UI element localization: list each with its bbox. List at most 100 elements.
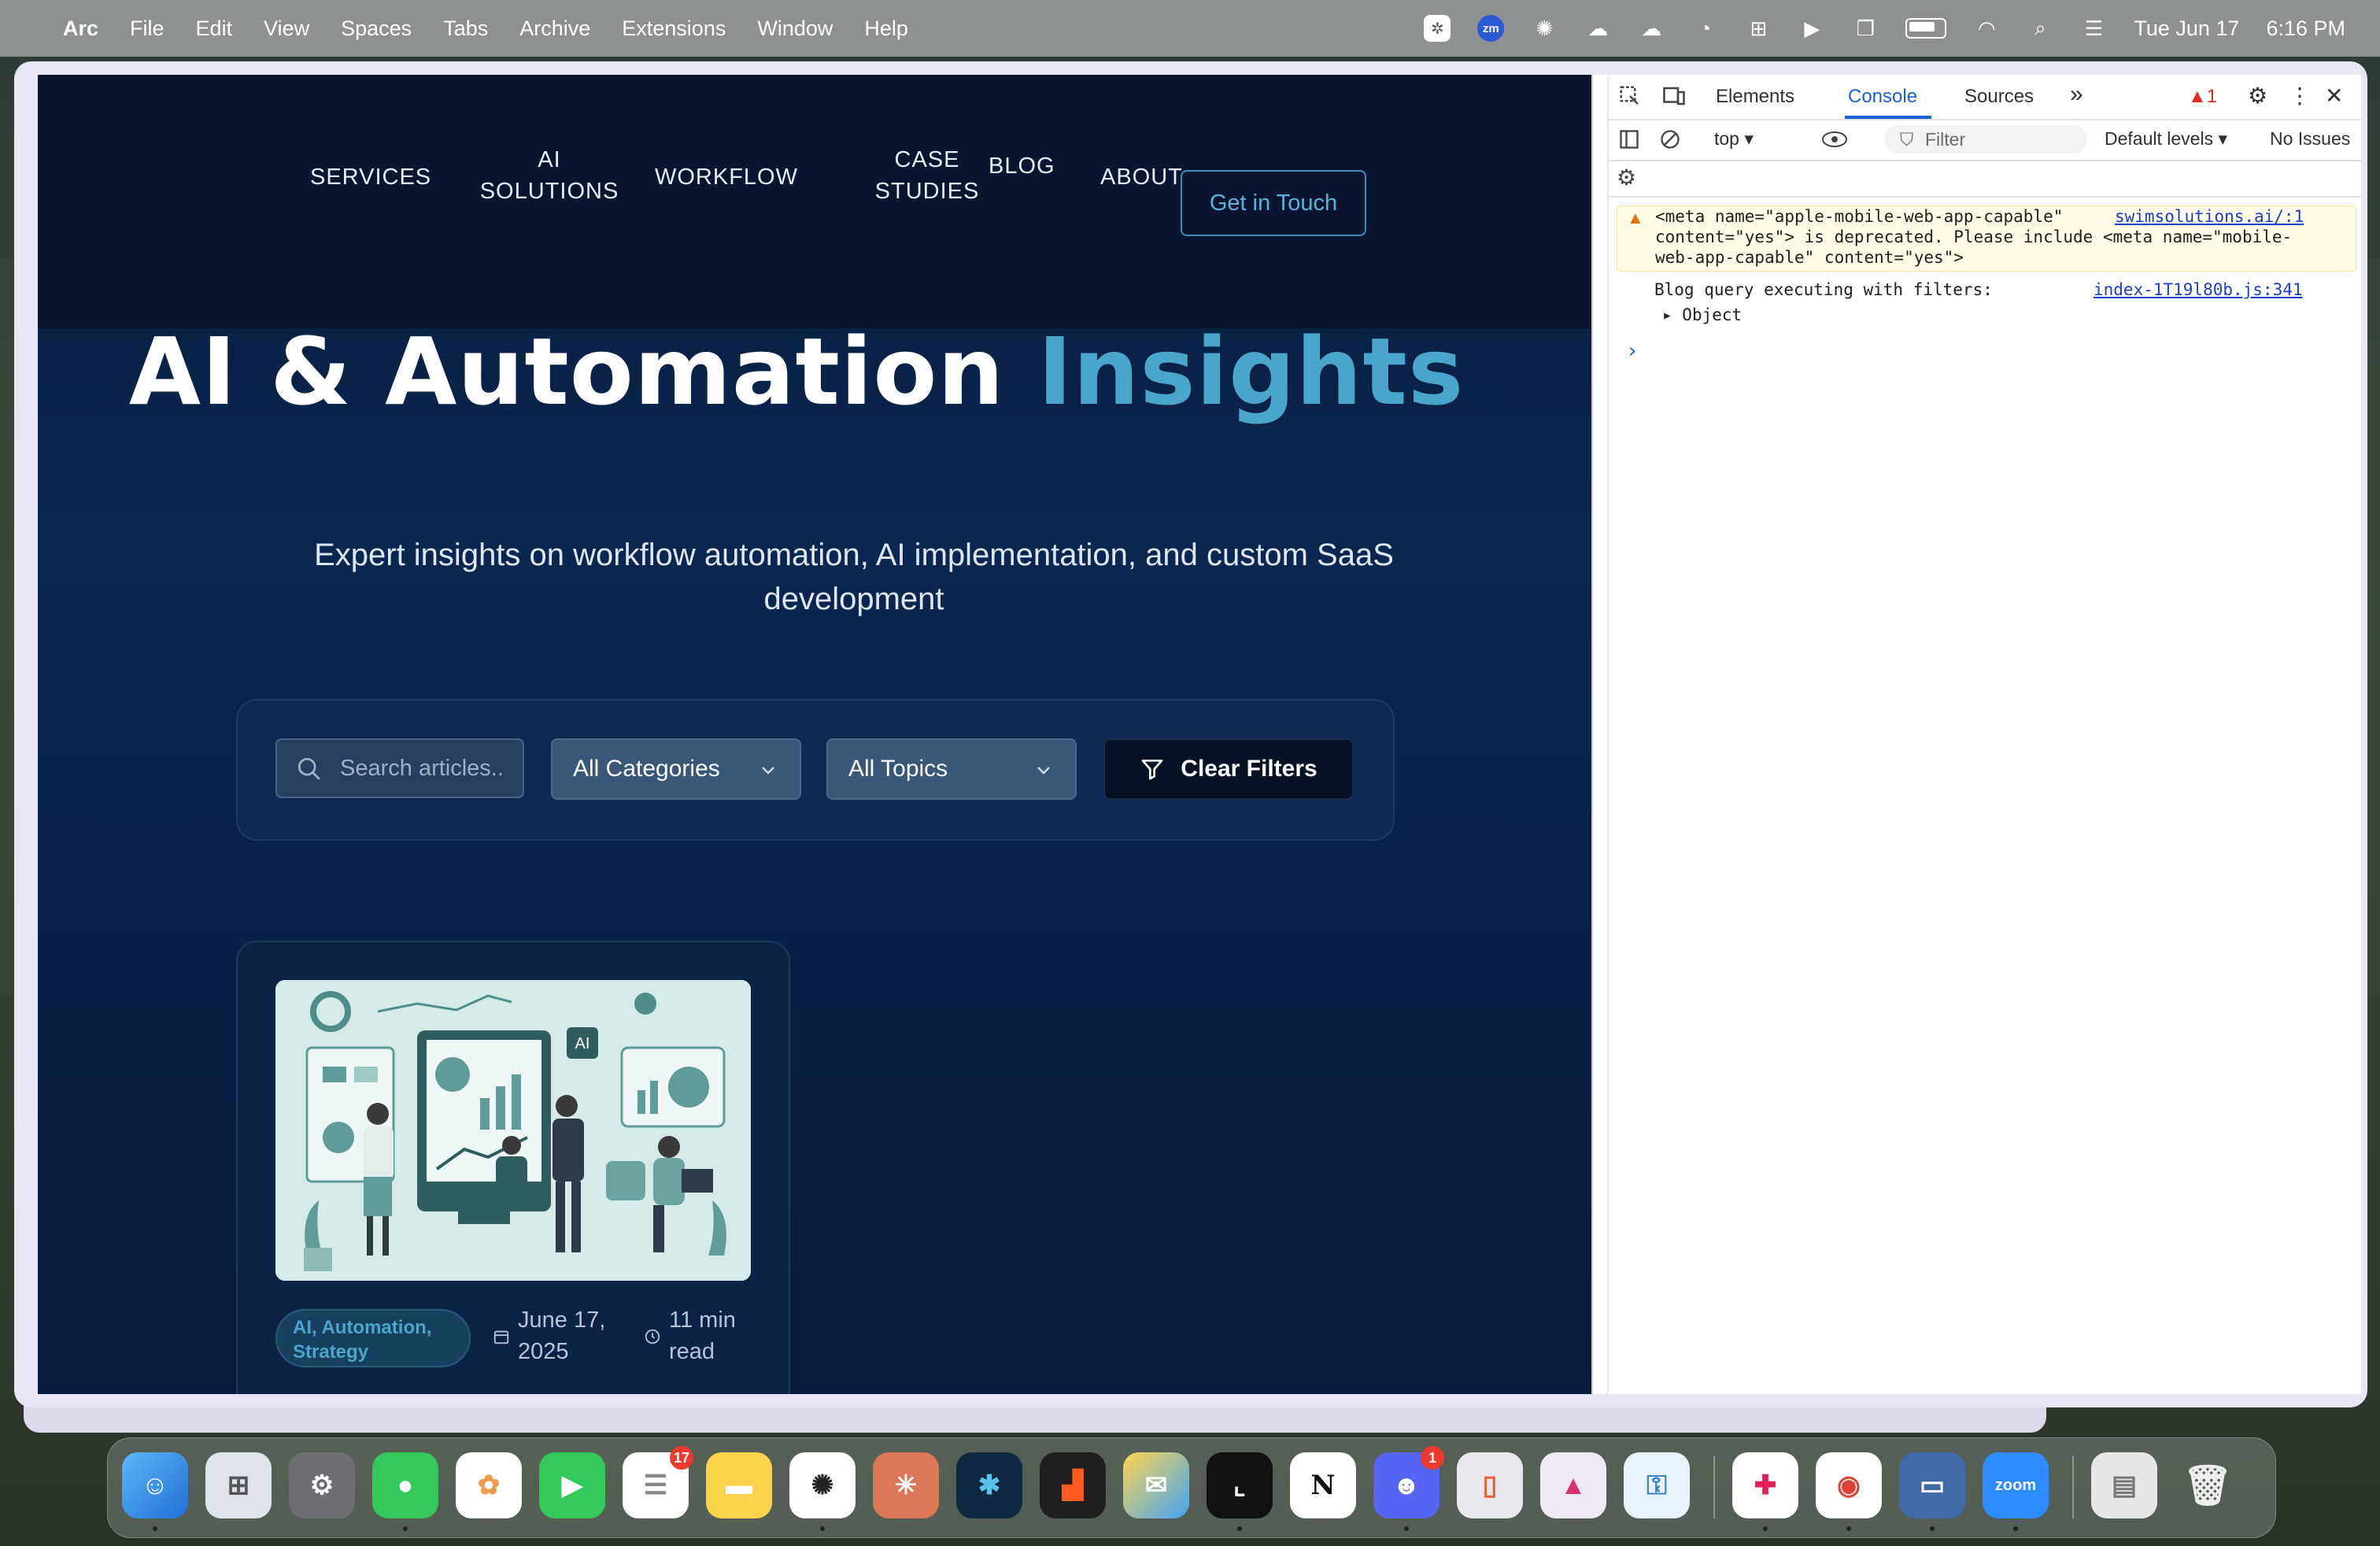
blog-card-image[interactable]: AI — [275, 980, 751, 1281]
menu-archive[interactable]: Archive — [519, 17, 590, 41]
chatgpt-status-icon[interactable]: ✺ — [1531, 15, 1558, 42]
zoom-status-icon[interactable]: zm — [1477, 15, 1505, 42]
dock-notion-icon[interactable]: N — [1290, 1452, 1356, 1518]
nav-blog[interactable]: BLOG — [989, 150, 1055, 182]
inspect-element-icon[interactable] — [1618, 84, 1642, 108]
ai-chip-label: AI — [575, 1035, 590, 1052]
running-indicator — [153, 1526, 157, 1531]
status-app-icon[interactable]: ✲ — [1424, 15, 1451, 42]
wifi-icon[interactable]: ◠ — [1973, 15, 2000, 42]
topic-select[interactable]: All Topics — [826, 738, 1077, 800]
menu-spaces[interactable]: Spaces — [341, 17, 412, 41]
dock-zoom-icon[interactable]: zoom — [1983, 1452, 2049, 1518]
dock-facetime-icon[interactable]: ▶ — [539, 1452, 605, 1518]
dock-chrome-icon[interactable]: ◉ — [1816, 1452, 1882, 1518]
menu-file[interactable]: File — [130, 17, 164, 41]
sidebar-toggle-icon[interactable] — [1618, 128, 1640, 150]
log-source-link[interactable]: index-1T19l80b.js:341 — [2094, 279, 2303, 300]
battery-icon[interactable] — [1905, 18, 1947, 39]
dock-screenshot-icon[interactable]: ⌞ — [1207, 1452, 1273, 1518]
dock-reminders-icon[interactable]: ☰ 17 — [623, 1446, 693, 1518]
grid-dots-icon[interactable]: ⊞ — [1745, 15, 1772, 42]
menu-help[interactable]: Help — [864, 17, 908, 41]
devtools-resizer[interactable] — [1607, 75, 1609, 1394]
dock-slack-icon[interactable]: ✚ — [1732, 1452, 1798, 1518]
dock-chatgpt-icon[interactable]: ✺ — [789, 1452, 856, 1518]
close-icon[interactable]: ✕ — [2325, 83, 2343, 109]
console-object-toggle[interactable]: ▸ Object — [1662, 305, 1742, 325]
play-icon[interactable]: ▶ — [1798, 15, 1825, 42]
log-levels-dropdown[interactable]: Default levels ▾ — [2105, 128, 2227, 150]
nav-case-studies[interactable]: CASE STUDIES — [848, 144, 1006, 207]
dock-messages-icon[interactable]: ● — [372, 1452, 438, 1518]
menu-window[interactable]: Window — [757, 17, 833, 41]
dock-iphone-mirroring-icon[interactable]: ▯ — [1457, 1452, 1523, 1518]
menu-extensions[interactable]: Extensions — [622, 17, 726, 41]
cloud-sync-icon[interactable]: ☁ — [1638, 15, 1665, 42]
screens-icon[interactable]: ❐ — [1852, 15, 1879, 42]
dock-airmail-icon[interactable]: ✉ — [1123, 1452, 1189, 1518]
dock-notes-icon[interactable]: ▬ — [706, 1452, 772, 1518]
nav-services[interactable]: SERVICES — [310, 161, 431, 193]
read-time: 11 min read — [669, 1304, 736, 1367]
menu-edit[interactable]: Edit — [196, 17, 233, 41]
dock-trash-icon[interactable]: 🗑 — [2175, 1452, 2241, 1518]
devtools-tabbar: Elements Console Sources » ▲1 ⚙ ⋮ ✕ — [1609, 75, 2361, 120]
dock-affinity-icon[interactable]: ▲ — [1540, 1452, 1606, 1518]
eye-icon[interactable] — [1821, 130, 1848, 149]
post-date-line2: 2025 — [518, 1339, 569, 1364]
clear-filters-button[interactable]: Clear Filters — [1103, 738, 1354, 800]
console-log-message: Blog query executing with filters: — [1654, 280, 1993, 299]
control-center-icon[interactable]: ☰ — [2080, 15, 2107, 42]
menu-tabs[interactable]: Tabs — [443, 17, 488, 41]
nav-workflow[interactable]: WORKFLOW — [655, 161, 798, 193]
context-selector[interactable]: top ▾ — [1714, 128, 1754, 150]
dock-launchpad-icon[interactable]: ⊞ — [205, 1452, 272, 1518]
cloud-icon[interactable]: ☁ — [1584, 15, 1611, 42]
device-toolbar-icon[interactable] — [1662, 84, 1686, 108]
dock-passwords-icon[interactable]: ⚿ — [1624, 1452, 1690, 1518]
running-indicator — [1237, 1526, 1242, 1531]
dock-finder-icon[interactable]: ☺ — [122, 1452, 188, 1518]
dock-downloads-folder-icon[interactable]: ▤ — [2091, 1452, 2157, 1518]
running-indicator — [2013, 1526, 2018, 1531]
search-placeholder: Search articles.. — [340, 755, 504, 781]
more-tabs-icon[interactable]: » — [2070, 81, 2083, 108]
issues-indicator[interactable]: No Issues — [2270, 128, 2350, 150]
menu-view[interactable]: View — [264, 17, 309, 41]
clear-console-icon[interactable] — [1659, 128, 1681, 150]
console-filter-input[interactable]: ⛉ Filter — [1884, 125, 2087, 153]
dock-separator — [2072, 1455, 2074, 1518]
category-select[interactable]: All Categories — [551, 738, 801, 800]
nav-ai-solutions[interactable]: AI SOLUTIONS — [471, 144, 628, 207]
settings-gear-icon[interactable]: ⚙ — [2248, 83, 2267, 109]
loader-icon[interactable]: ◔ — [1691, 15, 1718, 42]
blog-card[interactable]: AI AI, Automation, Strategy June 17, 202… — [236, 941, 790, 1394]
spotlight-search-icon[interactable]: ⌕ — [2027, 15, 2053, 42]
nav-about[interactable]: ABOUT — [1100, 161, 1183, 193]
tab-sources[interactable]: Sources — [1964, 86, 2034, 108]
search-input[interactable]: Search articles.. — [275, 738, 524, 798]
category-tag[interactable]: AI, Automation, Strategy — [275, 1309, 471, 1367]
nav-case-studies-line2: STUDIES — [874, 179, 980, 204]
dock-system-settings-icon[interactable]: ⚙ — [289, 1452, 355, 1518]
warning-counter[interactable]: ▲1 — [2188, 86, 2217, 108]
menubar-time[interactable]: 6:16 PM — [2266, 17, 2345, 41]
warning-source-link[interactable]: swimsolutions.ai/:1 — [2115, 206, 2304, 227]
tab-elements[interactable]: Elements — [1716, 86, 1794, 108]
dock-perplexity-icon[interactable]: ✱ — [956, 1452, 1022, 1518]
console-settings-icon[interactable]: ⚙ — [1617, 165, 1636, 190]
menubar-date[interactable]: Tue Jun 17 — [2134, 17, 2239, 41]
more-options-icon[interactable]: ⋮ — [2289, 83, 2311, 109]
dock-discord-icon[interactable]: ☻ 1 — [1373, 1446, 1444, 1518]
get-in-touch-button[interactable]: Get in Touch — [1181, 170, 1366, 236]
menu-bar: Arc File Edit View Spaces Tabs Archive E… — [0, 0, 2380, 57]
dock-photos-icon[interactable]: ✿ — [456, 1452, 522, 1518]
dock-app-icon[interactable]: ▟ — [1040, 1452, 1106, 1518]
menu-app-name[interactable]: Arc — [63, 17, 98, 41]
console-prompt[interactable]: › — [1626, 341, 1639, 361]
warning-line3: web-app-capable" content="yes"> — [1655, 248, 1964, 267]
dock-claude-icon[interactable]: ✳ — [873, 1452, 939, 1518]
tab-console[interactable]: Console — [1848, 86, 1917, 108]
dock-screen-sharing-icon[interactable]: ▭ — [1899, 1452, 1965, 1518]
